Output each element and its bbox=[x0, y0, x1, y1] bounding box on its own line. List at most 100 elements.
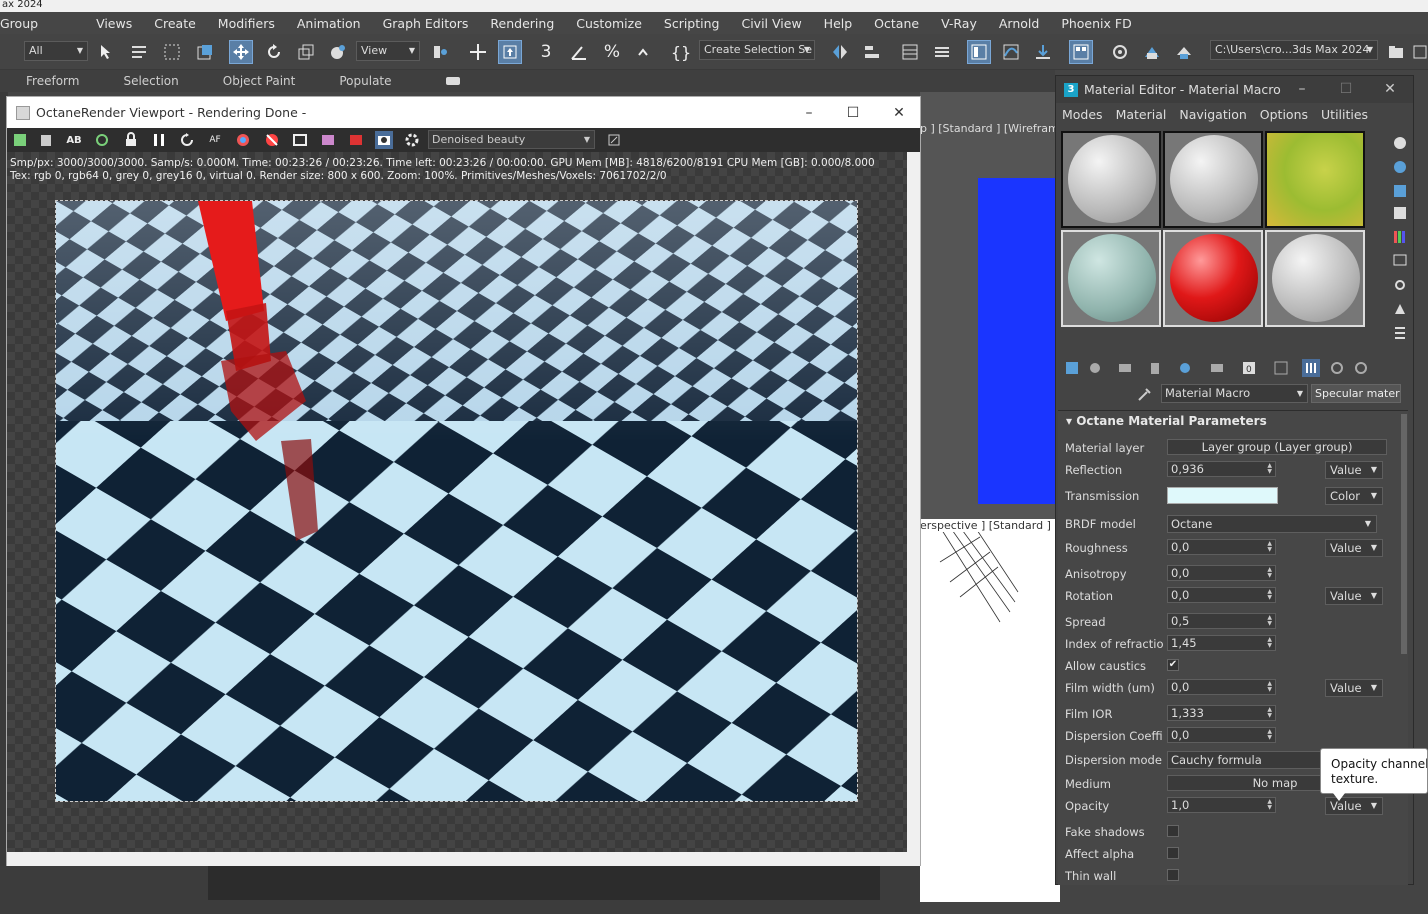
track-bar[interactable] bbox=[208, 866, 880, 900]
menu-help[interactable]: Help bbox=[813, 16, 864, 31]
project-path-dropdown[interactable]: C:\Users\cro...3ds Max 2024 ▼ bbox=[1210, 40, 1378, 60]
thin-wall-checkbox[interactable] bbox=[1167, 869, 1179, 881]
angle-snap-icon[interactable] bbox=[567, 40, 591, 64]
me-menu-utilities[interactable]: Utilities bbox=[1321, 107, 1368, 122]
reset-map-icon[interactable] bbox=[1146, 359, 1164, 377]
rendered-image[interactable] bbox=[55, 200, 858, 802]
background-icon[interactable] bbox=[1391, 182, 1409, 200]
put-to-library-icon[interactable] bbox=[1208, 359, 1226, 377]
schematic-view-icon[interactable] bbox=[1031, 40, 1055, 64]
sample-uv-icon[interactable] bbox=[1391, 204, 1409, 222]
opacity-spinner[interactable]: 1,0 ▲ ▼ bbox=[1167, 797, 1276, 813]
rollout-header[interactable]: ▾ Octane Material Parameters bbox=[1058, 411, 1408, 431]
pivot-center-icon[interactable] bbox=[428, 40, 452, 64]
film-width-type-dropdown[interactable]: Value ▼ bbox=[1325, 679, 1383, 697]
menu-octane[interactable]: Octane bbox=[863, 16, 930, 31]
get-material-icon[interactable] bbox=[1063, 359, 1081, 377]
named-selection-dropdown[interactable]: Create Selection Se ▼ bbox=[699, 40, 815, 60]
material-picker-icon[interactable] bbox=[263, 131, 281, 149]
affect-alpha-checkbox[interactable] bbox=[1167, 847, 1179, 859]
material-editor-scrollbar[interactable] bbox=[1401, 414, 1407, 654]
render-channel-dropdown[interactable]: Denoised beauty ▼ bbox=[428, 130, 595, 149]
spread-spinner[interactable]: 0,5 ▲ ▼ bbox=[1167, 613, 1276, 629]
select-object-icon[interactable] bbox=[95, 40, 119, 64]
maximize-button[interactable]: ☐ bbox=[843, 103, 863, 123]
render-vertical-scrollbar[interactable] bbox=[907, 152, 920, 852]
put-to-scene-icon[interactable] bbox=[1086, 359, 1104, 377]
go-forward-sibling-icon[interactable] bbox=[1352, 359, 1370, 377]
brdf-model-dropdown[interactable]: Octane ▼ bbox=[1167, 515, 1377, 533]
show-map-icon[interactable] bbox=[1272, 359, 1290, 377]
channel-options-icon[interactable] bbox=[605, 131, 623, 149]
menu-civil-view[interactable]: Civil View bbox=[730, 16, 812, 31]
me-menu-material[interactable]: Material bbox=[1116, 107, 1167, 122]
region-render-icon[interactable] bbox=[291, 131, 309, 149]
film-width-spinner[interactable]: 0,0 ▲ ▼ bbox=[1167, 679, 1276, 695]
material-layer-button[interactable]: Layer group (Layer group) bbox=[1167, 439, 1387, 455]
align-icon[interactable] bbox=[860, 40, 884, 64]
menu-scripting[interactable]: Scripting bbox=[653, 16, 731, 31]
show-end-result-icon[interactable] bbox=[1302, 359, 1320, 377]
material-editor-icon[interactable] bbox=[1069, 40, 1093, 64]
restart-render-icon[interactable] bbox=[93, 131, 111, 149]
video-color-check-icon[interactable] bbox=[1391, 228, 1409, 246]
menu-rendering[interactable]: Rendering bbox=[479, 16, 565, 31]
allow-caustics-checkbox[interactable]: ✔ bbox=[1167, 659, 1179, 671]
select-manipulate-icon[interactable] bbox=[466, 40, 490, 64]
close-button[interactable]: ✕ bbox=[889, 103, 909, 123]
options-icon[interactable] bbox=[1391, 276, 1409, 294]
lock-icon[interactable] bbox=[122, 131, 140, 149]
select-and-rotate-icon[interactable] bbox=[262, 40, 286, 64]
menu-customize[interactable]: Customize bbox=[565, 16, 653, 31]
color-picker-icon[interactable] bbox=[234, 131, 252, 149]
rendered-frame-window-icon[interactable] bbox=[1140, 40, 1164, 64]
rotation-spinner[interactable]: 0,0 ▲ ▼ bbox=[1167, 587, 1276, 603]
scene-explorer-icon[interactable] bbox=[898, 40, 922, 64]
material-name-field[interactable]: Material Macro ▼ bbox=[1161, 384, 1308, 403]
rotation-type-dropdown[interactable]: Value ▼ bbox=[1325, 587, 1383, 605]
mirror-icon[interactable] bbox=[828, 40, 852, 64]
reflection-type-dropdown[interactable]: Value ▼ bbox=[1325, 461, 1383, 479]
anisotropy-spinner[interactable]: 0,0 ▲ ▼ bbox=[1167, 565, 1276, 581]
menu-graph-editors[interactable]: Graph Editors bbox=[372, 16, 480, 31]
menu-arnold[interactable]: Arnold bbox=[988, 16, 1050, 31]
select-and-place-icon[interactable] bbox=[326, 40, 350, 64]
save-render-icon[interactable] bbox=[11, 131, 29, 149]
menu-views[interactable]: Views bbox=[85, 16, 143, 31]
make-preview-icon[interactable] bbox=[1391, 251, 1409, 269]
spinner-snap-icon[interactable] bbox=[632, 40, 656, 64]
snaps-toggle-icon[interactable]: 3 bbox=[534, 40, 558, 64]
copy-render-icon[interactable] bbox=[38, 131, 56, 149]
keyboard-shortcut-override-icon[interactable] bbox=[498, 40, 522, 64]
percent-snap-icon[interactable]: % bbox=[600, 40, 624, 64]
select-and-scale-icon[interactable] bbox=[294, 40, 318, 64]
me-minimize-button[interactable]: – bbox=[1292, 79, 1312, 99]
render-setup-icon[interactable] bbox=[1108, 40, 1132, 64]
reference-coord-dropdown[interactable]: View ▼ bbox=[356, 41, 420, 61]
menu-vray[interactable]: V-Ray bbox=[930, 16, 988, 31]
transmission-color-swatch[interactable] bbox=[1167, 487, 1278, 504]
select-and-move-icon[interactable] bbox=[229, 40, 253, 64]
sample-slot-1[interactable] bbox=[1061, 131, 1161, 228]
pause-icon[interactable] bbox=[150, 131, 168, 149]
auto-focus-icon[interactable]: AF bbox=[206, 131, 224, 149]
assign-to-selection-icon[interactable] bbox=[1116, 359, 1134, 377]
fake-shadows-checkbox[interactable] bbox=[1167, 825, 1179, 837]
render-production-icon[interactable] bbox=[1172, 40, 1196, 64]
me-menu-options[interactable]: Options bbox=[1260, 107, 1308, 122]
ribbon-tab-selection[interactable]: Selection bbox=[123, 74, 178, 88]
me-menu-navigation[interactable]: Navigation bbox=[1179, 107, 1246, 122]
sample-slot-4[interactable] bbox=[1061, 230, 1161, 327]
roughness-spinner[interactable]: 0,0 ▲ ▼ bbox=[1167, 539, 1276, 555]
film-ior-spinner[interactable]: 1,333 ▲ ▼ bbox=[1167, 705, 1276, 721]
refresh-icon[interactable] bbox=[178, 131, 196, 149]
sample-slot-3[interactable] bbox=[1265, 131, 1365, 228]
backlight-icon[interactable] bbox=[1391, 158, 1409, 176]
material-navigator-icon[interactable] bbox=[1391, 324, 1409, 342]
select-by-material-icon[interactable] bbox=[1391, 300, 1409, 318]
sample-type-icon[interactable] bbox=[1391, 134, 1409, 152]
select-by-name-icon[interactable] bbox=[127, 40, 151, 64]
roughness-type-dropdown[interactable]: Value ▼ bbox=[1325, 539, 1383, 557]
menu-animation[interactable]: Animation bbox=[286, 16, 372, 31]
ribbon-tab-populate[interactable]: Populate bbox=[339, 74, 391, 88]
